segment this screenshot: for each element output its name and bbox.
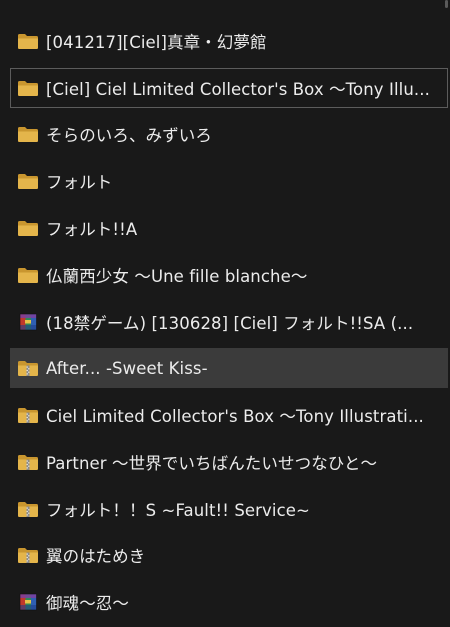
list-item[interactable]: Partner ～世界でいちばんたいせつなひと～	[10, 442, 448, 482]
list-item[interactable]: After... -Sweet Kiss-	[10, 348, 448, 388]
folder-icon	[17, 79, 39, 97]
list-item[interactable]: フォルト	[10, 161, 448, 201]
list-item[interactable]: 翼のはためき	[10, 535, 448, 575]
list-item[interactable]: [Ciel] Ciel Limited Collector's Box ～Ton…	[10, 68, 448, 108]
zip-folder-icon	[17, 453, 39, 471]
list-item[interactable]: フォルト!!A	[10, 208, 448, 248]
rar-archive-icon	[17, 313, 39, 331]
list-item[interactable]: フォルト！！S ~Fault!! Service~	[10, 489, 448, 529]
rar-archive-icon	[17, 593, 39, 611]
list-item[interactable]: 御魂～忍～	[10, 582, 448, 622]
item-name: (18禁ゲーム) [130628] [Ciel] フォルト!!SA (...	[46, 314, 414, 333]
zip-folder-icon	[17, 406, 39, 424]
folder-icon	[17, 32, 39, 50]
folder-icon	[17, 219, 39, 237]
list-item[interactable]: 仏蘭西少女 ～Une fille blanche～	[10, 255, 448, 295]
folder-icon	[17, 125, 39, 143]
zip-folder-icon	[17, 359, 39, 377]
item-name: フォルト!!A	[46, 220, 138, 239]
item-name: After... -Sweet Kiss-	[46, 358, 208, 378]
item-name: フォルト	[46, 173, 113, 192]
folder-icon	[17, 172, 39, 190]
item-name: フォルト！！S ~Fault!! Service~	[46, 501, 310, 520]
folder-icon	[17, 266, 39, 284]
item-name: [Ciel] Ciel Limited Collector's Box ～Ton…	[46, 80, 430, 99]
list-item[interactable]: Ciel Limited Collector's Box ～Tony Illus…	[10, 395, 448, 435]
list-item[interactable]: [041217][Ciel]真章・幻夢館	[10, 21, 448, 61]
scrollbar-thumb[interactable]	[445, 0, 448, 8]
list-item[interactable]: そらのいろ、みずいろ	[10, 114, 448, 154]
zip-folder-icon	[17, 500, 39, 518]
item-name: Ciel Limited Collector's Box ～Tony Illus…	[46, 407, 424, 426]
item-name: [041217][Ciel]真章・幻夢館	[46, 33, 267, 52]
list-item[interactable]: (18禁ゲーム) [130628] [Ciel] フォルト!!SA (...	[10, 302, 448, 342]
item-name: 御魂～忍～	[46, 594, 129, 613]
item-name: 翼のはためき	[46, 547, 146, 566]
item-name: 仏蘭西少女 ～Une fille blanche～	[46, 267, 308, 286]
item-name: Partner ～世界でいちばんたいせつなひと～	[46, 454, 378, 473]
zip-folder-icon	[17, 546, 39, 564]
item-name: そらのいろ、みずいろ	[46, 126, 212, 145]
